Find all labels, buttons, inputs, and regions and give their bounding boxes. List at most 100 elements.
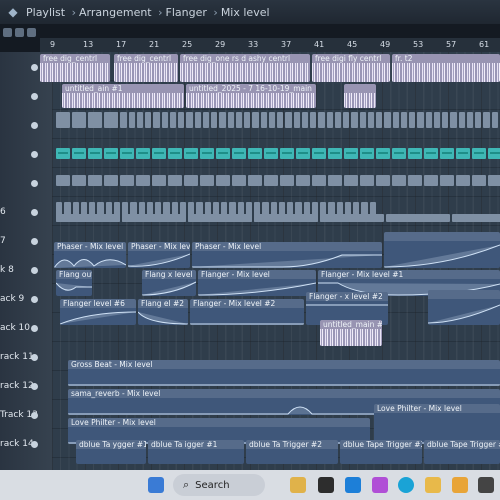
pattern-clip[interactable] xyxy=(296,175,310,186)
track-mute-led[interactable] xyxy=(31,383,38,390)
pattern-clip[interactable] xyxy=(424,175,438,186)
pattern-clip[interactable] xyxy=(400,112,407,128)
pattern-clip[interactable] xyxy=(168,148,182,159)
audio-clip[interactable] xyxy=(344,84,376,108)
pattern-clip[interactable] xyxy=(136,148,150,159)
automation-clip[interactable]: Phaser - Mix level xyxy=(128,242,190,268)
app-icon[interactable] xyxy=(290,477,306,493)
automation-clip[interactable]: Flang el #2 xyxy=(138,299,188,325)
track-mute-led[interactable] xyxy=(31,325,38,332)
pattern-clip[interactable] xyxy=(442,112,449,128)
pattern-clip[interactable] xyxy=(483,112,490,128)
pattern-clip[interactable] xyxy=(417,112,424,128)
pattern-clip[interactable] xyxy=(360,148,374,159)
pattern-clip[interactable] xyxy=(200,148,214,159)
pattern-clip[interactable] xyxy=(88,112,102,128)
pattern-clip[interactable] xyxy=(168,175,182,186)
pattern-clip[interactable] xyxy=(104,148,118,159)
pattern-clip[interactable] xyxy=(254,214,318,222)
pattern-clip[interactable] xyxy=(491,112,498,128)
track-mute-led[interactable] xyxy=(31,412,38,419)
automation-clip[interactable]: dblue Ta ygger #1 xyxy=(76,440,146,464)
pattern-clip[interactable] xyxy=(458,112,465,128)
audio-clip[interactable]: untitled_ain #1 xyxy=(62,84,184,108)
automation-clip[interactable]: Phaser - Mix level xyxy=(192,242,382,268)
pattern-clip[interactable] xyxy=(351,112,358,128)
pattern-clip[interactable] xyxy=(216,175,230,186)
track-mute-led[interactable] xyxy=(31,238,38,245)
pattern-clip[interactable] xyxy=(312,148,326,159)
pattern-clip[interactable] xyxy=(392,148,406,159)
pattern-clip[interactable] xyxy=(376,112,383,128)
pattern-clip[interactable] xyxy=(334,112,341,128)
pattern-clip[interactable] xyxy=(359,112,366,128)
audio-clip[interactable]: free dig_centrl xyxy=(40,54,110,82)
track-mute-led[interactable] xyxy=(31,151,38,158)
pattern-clip[interactable] xyxy=(152,148,166,159)
pattern-clip[interactable] xyxy=(244,112,251,128)
track-label[interactable]: ack 10 xyxy=(0,323,30,333)
automation-clip[interactable]: dblue Tape Trigger #2 xyxy=(340,440,422,464)
start-icon[interactable] xyxy=(148,477,164,493)
pattern-clip[interactable] xyxy=(227,112,234,128)
pattern-clip[interactable] xyxy=(301,112,308,128)
pattern-clip[interactable] xyxy=(252,112,259,128)
app-icon[interactable] xyxy=(478,477,494,493)
pattern-clip[interactable] xyxy=(216,148,230,159)
automation-clip[interactable]: Flanger - Mix level #2 xyxy=(190,299,304,325)
pattern-clip[interactable] xyxy=(186,112,193,128)
audio-clip[interactable]: untitled_main #2 xyxy=(320,320,382,346)
taskbar-search[interactable]: ⌕ Search xyxy=(173,474,265,496)
pattern-clip[interactable] xyxy=(440,148,454,159)
pattern-clip[interactable] xyxy=(326,112,333,128)
track-mute-led[interactable] xyxy=(31,296,38,303)
track-mute-led[interactable] xyxy=(31,267,38,274)
pattern-clip[interactable] xyxy=(120,112,127,128)
pattern-clip[interactable] xyxy=(472,148,486,159)
app-icon[interactable] xyxy=(345,477,361,493)
pattern-clip[interactable] xyxy=(424,148,438,159)
pattern-clip[interactable] xyxy=(120,148,134,159)
pattern-clip[interactable] xyxy=(488,175,500,186)
automation-clip[interactable]: Love Philter - Mix level xyxy=(374,404,500,444)
pattern-clip[interactable] xyxy=(56,214,120,222)
pattern-clip[interactable] xyxy=(145,112,152,128)
pattern-clip[interactable] xyxy=(376,148,390,159)
pattern-clip[interactable] xyxy=(318,112,325,128)
track-mute-led[interactable] xyxy=(31,354,38,361)
pattern-clip[interactable] xyxy=(264,148,278,159)
pattern-clip[interactable] xyxy=(248,148,262,159)
browser-icon[interactable] xyxy=(398,477,414,493)
pattern-clip[interactable] xyxy=(472,175,486,186)
pattern-clip[interactable] xyxy=(122,214,186,222)
pattern-clip[interactable] xyxy=(161,112,168,128)
pattern-clip[interactable] xyxy=(202,112,209,128)
pattern-clip[interactable] xyxy=(56,148,70,159)
pattern-clip[interactable] xyxy=(376,175,390,186)
pattern-clip[interactable] xyxy=(450,112,457,128)
pattern-clip[interactable] xyxy=(104,175,118,186)
pattern-clip[interactable] xyxy=(344,175,358,186)
pattern-clip[interactable] xyxy=(392,112,399,128)
track-label[interactable]: 7 xyxy=(0,236,6,246)
pattern-clip[interactable] xyxy=(433,112,440,128)
app-icon[interactable] xyxy=(318,477,334,493)
pattern-clip[interactable] xyxy=(232,175,246,186)
pattern-clip[interactable] xyxy=(456,148,470,159)
pattern-clip[interactable] xyxy=(128,112,135,128)
pattern-clip[interactable] xyxy=(136,112,143,128)
pattern-clip[interactable] xyxy=(120,175,134,186)
track-mute-led[interactable] xyxy=(31,64,38,71)
pattern-clip[interactable] xyxy=(194,112,201,128)
track-mute-led[interactable] xyxy=(31,122,38,129)
automation-clip[interactable]: Flanger level #6 xyxy=(60,299,136,325)
pattern-clip[interactable] xyxy=(293,112,300,128)
pattern-clip[interactable] xyxy=(72,148,86,159)
pattern-clip[interactable] xyxy=(152,175,166,186)
automation-clip[interactable]: dblue Ta Trigger #2 xyxy=(246,440,338,464)
breadcrumb-playlist[interactable]: Playlist xyxy=(26,6,65,19)
track-label[interactable]: rack 11 xyxy=(0,352,34,362)
pattern-clip[interactable] xyxy=(409,112,416,128)
track-label[interactable]: 6 xyxy=(0,207,6,217)
pattern-clip[interactable] xyxy=(343,112,350,128)
